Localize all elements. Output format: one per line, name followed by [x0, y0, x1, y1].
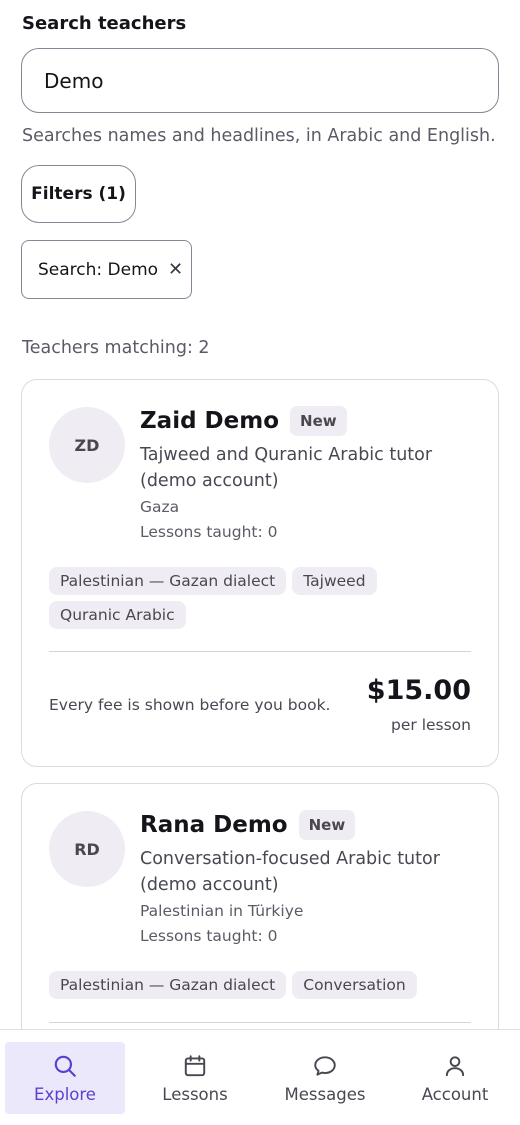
search-label: Search teachers: [22, 13, 187, 34]
new-badge: New: [290, 406, 347, 436]
filters-button[interactable]: Filters (1): [21, 165, 136, 223]
nav-label: Messages: [284, 1084, 366, 1104]
nav-label: Lessons: [162, 1084, 228, 1104]
teacher-name: Rana Demo: [140, 812, 288, 838]
tag: Quranic Arabic: [49, 601, 186, 629]
teacher-location: Gaza: [140, 498, 180, 516]
divider: [49, 651, 471, 652]
person-icon: [445, 1055, 465, 1076]
teacher-headline: Tajweed and Quranic Arabic tutor (demo a…: [140, 445, 433, 491]
teacher-headline: Conversation-focused Arabic tutor (demo …: [140, 849, 440, 895]
nav-label: Account: [421, 1084, 489, 1104]
teacher-card[interactable]: RD Rana Demo New Conversation-focused Ar…: [21, 783, 499, 1030]
avatar: RD: [49, 811, 125, 887]
tag: Palestinian — Gazan dialect: [49, 971, 287, 999]
avatar: ZD: [49, 407, 125, 483]
nav-label: Explore: [34, 1084, 96, 1104]
active-search-chip[interactable]: Search: Demo ✕: [21, 240, 192, 299]
nav-item-messages[interactable]: Messages: [265, 1042, 385, 1114]
price-unit: per lesson: [391, 716, 471, 734]
nav-item-explore[interactable]: Explore: [5, 1042, 125, 1114]
divider: [49, 1022, 471, 1023]
lesson-price: $15.00: [366, 675, 471, 706]
lessons-taught: Lessons taught: 0: [140, 523, 278, 541]
calendar-icon: [184, 1054, 206, 1076]
tag: Conversation: [292, 971, 417, 999]
nav-item-lessons[interactable]: Lessons: [135, 1042, 255, 1114]
search-input[interactable]: [21, 48, 499, 113]
close-icon[interactable]: ✕: [168, 260, 183, 279]
nav-item-account[interactable]: Account: [395, 1042, 515, 1114]
search-helper-text: Searches names and headlines, in Arabic …: [22, 126, 496, 146]
teacher-card[interactable]: ZD Zaid Demo New Tajweed and Quranic Ara…: [21, 379, 499, 767]
new-badge: New: [298, 810, 356, 840]
chat-bubble-icon: [314, 1055, 336, 1076]
tag: Palestinian — Gazan dialect: [49, 567, 287, 595]
results-count: Teachers matching: 2: [22, 338, 210, 358]
bottom-nav: Explore Lessons Messages Account: [0, 1029, 520, 1125]
teacher-location: Palestinian in Türkiye: [140, 902, 304, 920]
chip-label: Search: Demo: [38, 259, 159, 280]
explore-content: Search teachers Searches names and headl…: [0, 0, 520, 1030]
lessons-taught: Lessons taught: 0: [140, 927, 278, 945]
tag-list: Palestinian — Gazan dialect Conversation: [49, 971, 474, 999]
fee-note: Every fee is shown before you book.: [49, 696, 331, 714]
search-icon: [54, 1055, 76, 1077]
teacher-name: Zaid Demo: [140, 408, 280, 434]
tag: Tajweed: [292, 567, 377, 595]
tag-list: Palestinian — Gazan dialect Tajweed Qura…: [49, 567, 474, 629]
